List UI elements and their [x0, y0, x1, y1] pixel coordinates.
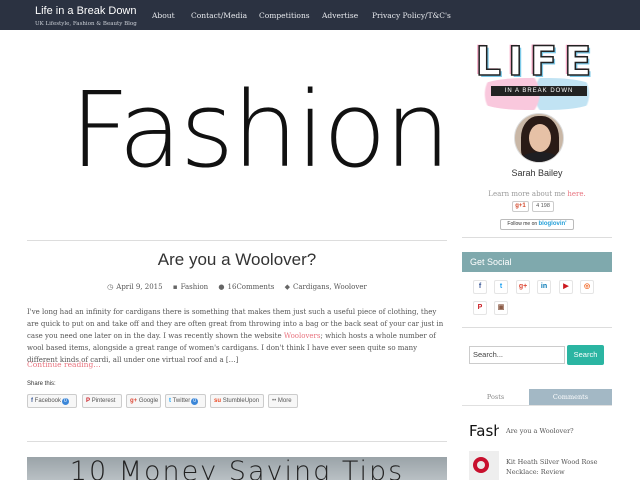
- rss-icon[interactable]: ◎: [580, 280, 594, 294]
- share-label: Share this:: [27, 381, 56, 387]
- nav-item-contact-media[interactable]: Contact/Media: [191, 11, 247, 20]
- comment-icon: ●: [218, 283, 225, 291]
- share-count: 0: [191, 398, 199, 405]
- share-count: 0: [62, 398, 69, 405]
- author-name: Sarah Bailey: [511, 168, 563, 178]
- author-avatar: [514, 113, 564, 163]
- facebook-icon: f: [31, 398, 33, 404]
- folder-icon: ▪: [172, 283, 178, 291]
- post-divider-top: [27, 240, 447, 241]
- twitter-icon: t: [169, 398, 171, 404]
- share-twitter-button[interactable]: t Twitter 0: [165, 394, 206, 408]
- popular-post-title[interactable]: Kit Heath Silver Wood Rose Necklace: Rev…: [506, 457, 606, 477]
- next-post-image[interactable]: 10 Money Saving Tips: [27, 457, 447, 480]
- tab-posts[interactable]: Posts: [462, 389, 529, 405]
- post-date[interactable]: April 9, 2015: [116, 283, 162, 291]
- popular-post-title[interactable]: Are you a Woolover?: [506, 426, 606, 436]
- share-more-button[interactable]: •• More: [268, 394, 298, 408]
- post-title[interactable]: Are you a Woolover?: [27, 250, 447, 270]
- share-stumbleupon-button[interactable]: su StumbleUpon: [210, 394, 264, 408]
- blog-logo[interactable]: LIFE IN A BREAK DOWN: [471, 34, 603, 118]
- post-divider-bottom: [27, 441, 447, 442]
- bloglovin-follow-button[interactable]: Follow me on bloglovin': [500, 219, 574, 230]
- tabs-underline: [462, 405, 612, 406]
- top-navigation-bar: Life in a Break Down UK Lifestyle, Fashi…: [0, 0, 640, 30]
- google-plus-icon: g+: [130, 398, 138, 404]
- pinterest-icon: P: [86, 398, 91, 404]
- nav-item-competitions[interactable]: Competitions: [259, 11, 310, 20]
- nav-item-about[interactable]: About: [152, 11, 175, 20]
- share-pinterest-button[interactable]: P Pinterest: [82, 394, 122, 408]
- share-facebook-button[interactable]: f Facebook 0: [27, 394, 77, 408]
- about-me-link[interactable]: here.: [567, 190, 585, 198]
- sidebar-divider: [462, 327, 612, 328]
- bloglovin-brand: bloglovin': [538, 221, 567, 227]
- nav-item-privacy-policy[interactable]: Privacy Policy/T&C's: [372, 11, 451, 20]
- instagram-icon[interactable]: ▣: [494, 301, 508, 315]
- logo-word: LIFE: [475, 38, 599, 86]
- google-plus-icon[interactable]: g+: [516, 280, 530, 294]
- about-me-text: Learn more about me here.: [488, 190, 586, 198]
- share-google-button[interactable]: g+ Google: [126, 394, 161, 408]
- clock-icon: ◷: [107, 283, 114, 291]
- search-button[interactable]: Search: [567, 345, 604, 365]
- next-post-image-text: 10 Money Saving Tips: [69, 457, 405, 480]
- continue-reading-link[interactable]: Continue reading…: [27, 360, 101, 369]
- post-comments-count[interactable]: 16Comments: [228, 283, 275, 291]
- post-tags[interactable]: Cardigans, Woolover: [293, 283, 367, 291]
- nav-item-advertise[interactable]: Advertise: [322, 11, 358, 20]
- sidebar-divider: [462, 237, 612, 238]
- youtube-icon[interactable]: ▶: [559, 280, 573, 294]
- popular-post-thumbnail[interactable]: [469, 451, 499, 480]
- linkedin-icon[interactable]: in: [537, 280, 551, 294]
- post-excerpt: I've long had an infinity for cardigans …: [27, 308, 444, 364]
- tag-icon: ◆: [284, 283, 290, 291]
- main-nav: About Contact/Media Competitions Adverti…: [0, 0, 640, 30]
- search-input[interactable]: Search...: [469, 346, 565, 364]
- post-category[interactable]: Fashion: [181, 283, 209, 291]
- get-social-heading: Get Social: [462, 252, 612, 272]
- popular-post-thumbnail[interactable]: Fashio: [469, 419, 499, 449]
- woolovers-link[interactable]: Woolovers: [284, 332, 321, 340]
- facebook-icon[interactable]: f: [473, 280, 487, 294]
- google-plus-one-button[interactable]: g+1: [512, 201, 529, 212]
- twitter-icon[interactable]: t: [494, 280, 508, 294]
- more-icon: ••: [272, 398, 277, 404]
- google-plus-count: 4 198: [532, 201, 554, 212]
- post-meta: ◷ April 9, 2015 ▪ Fashion ● 16Comments ◆ Car…: [27, 283, 447, 291]
- pinterest-icon[interactable]: P: [473, 301, 487, 315]
- tab-comments[interactable]: Comments: [529, 389, 612, 405]
- logo-band: IN A BREAK DOWN: [491, 86, 587, 96]
- post-hero-image[interactable]: Fashion: [70, 55, 451, 205]
- stumbleupon-icon: su: [214, 398, 222, 404]
